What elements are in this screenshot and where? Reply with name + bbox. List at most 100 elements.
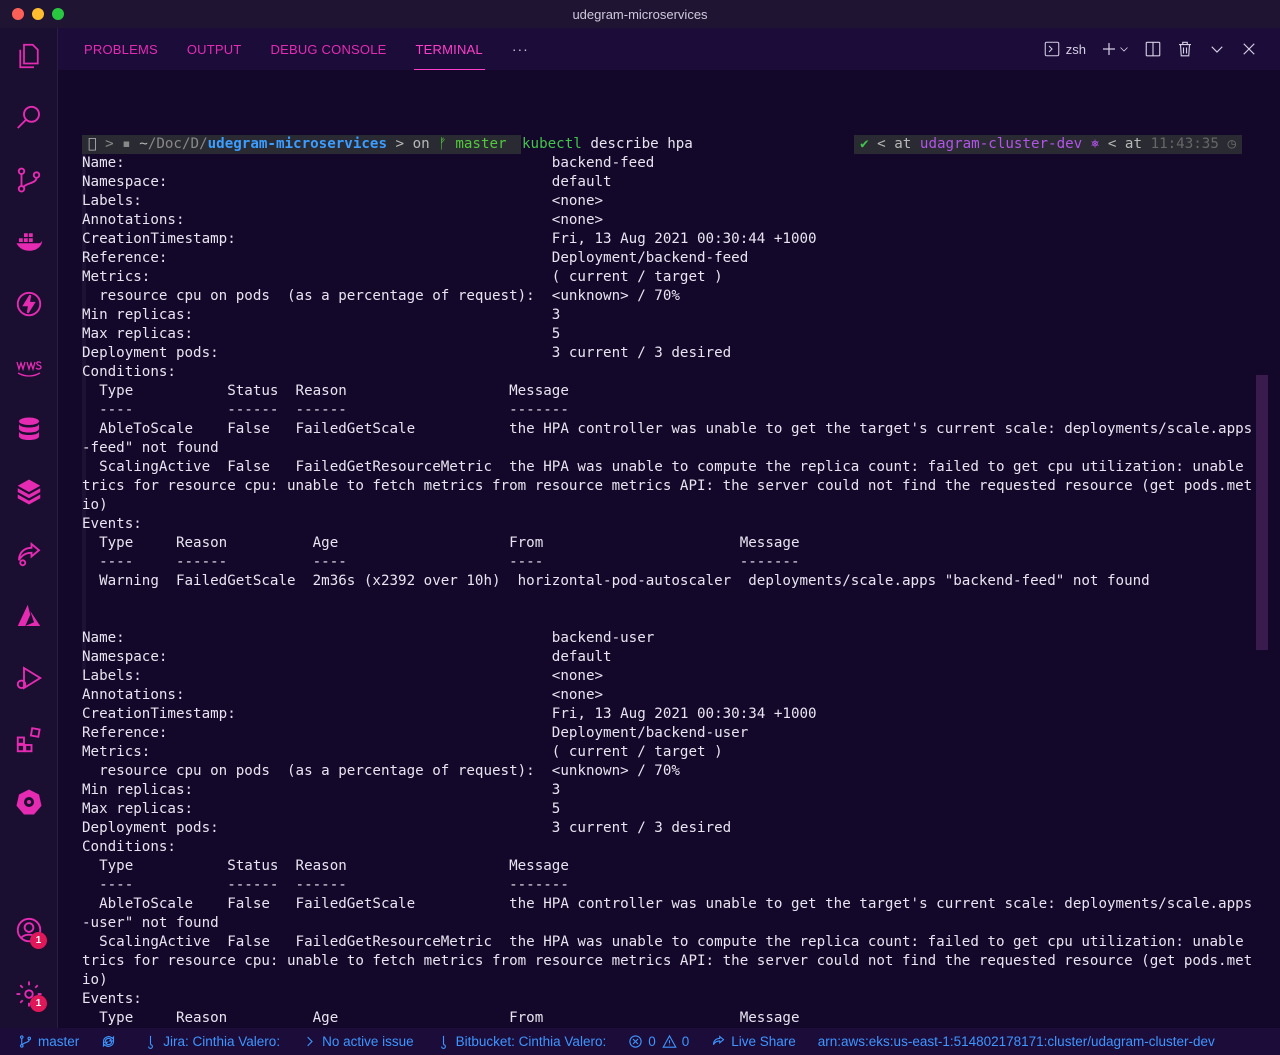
kube-context: udagram-cluster-dev bbox=[919, 136, 1083, 152]
terminal-line: Reference: Deployment/backend-user bbox=[82, 725, 749, 741]
status-branch[interactable]: master bbox=[18, 1034, 79, 1049]
more-actions-button[interactable]: ··· bbox=[512, 41, 529, 57]
terminal-line: Labels: <none> bbox=[82, 668, 604, 684]
prompt-at: at bbox=[894, 136, 912, 152]
prompt-home: ~ bbox=[139, 136, 148, 152]
source-control-icon[interactable] bbox=[13, 164, 45, 196]
sync-icon bbox=[103, 1035, 115, 1048]
jira-label: Jira: Cinthia Valero: bbox=[163, 1034, 281, 1049]
terminal-line: ScalingActive False FailedGetResourceMet… bbox=[82, 459, 1252, 475]
terminal-line: io) bbox=[82, 972, 108, 988]
jira-issue[interactable]: No active issue bbox=[302, 1034, 414, 1049]
terminal-line: Namespace: default bbox=[82, 649, 612, 665]
new-terminal-button[interactable] bbox=[1100, 40, 1130, 58]
terminal-line: Min replicas: 3 bbox=[82, 782, 561, 798]
terminal-line: ---- ------ ------ ------- bbox=[82, 402, 569, 418]
prompt-left-segment:  > ▪ ~/Doc/D/udegram-microservices > on… bbox=[82, 135, 522, 154]
tab-terminal[interactable]: TERMINAL bbox=[413, 28, 486, 70]
live-share-icon bbox=[713, 1035, 725, 1045]
window-title: udegram-microservices bbox=[572, 6, 708, 22]
prompt-path-dim2: D/ bbox=[190, 136, 208, 152]
split-terminal-button[interactable] bbox=[1144, 40, 1162, 58]
terminal-line: Name: backend-feed bbox=[82, 155, 655, 171]
activity-bar: 1 1 bbox=[0, 28, 58, 1028]
warning-icon bbox=[662, 1034, 677, 1048]
error-count: 0 bbox=[648, 1034, 656, 1049]
terminal-line: CreationTimestamp: Fri, 13 Aug 2021 00:3… bbox=[82, 231, 817, 247]
shell-prompt:  > ▪ ~/Doc/D/udegram-microservices > on… bbox=[82, 135, 1252, 154]
bitbucket-label: Bitbucket: Cinthia Valero: bbox=[455, 1034, 607, 1049]
git-branch-icon: ᚠ bbox=[429, 136, 456, 152]
terminal-line: Name: backend-user bbox=[82, 630, 655, 646]
maximize-window-button[interactable] bbox=[52, 8, 64, 20]
prompt-branch: master bbox=[455, 136, 507, 152]
jira-issue-label: No active issue bbox=[322, 1034, 414, 1049]
chevron-down-icon bbox=[1120, 47, 1128, 52]
kill-terminal-button[interactable] bbox=[1176, 40, 1194, 58]
terminal-scrollbar[interactable] bbox=[1256, 375, 1268, 650]
docker-icon[interactable] bbox=[13, 226, 45, 258]
tab-problems[interactable]: PROBLEMS bbox=[84, 28, 158, 70]
terminal-line: Conditions: bbox=[82, 364, 176, 380]
window-controls bbox=[12, 8, 64, 20]
aws-icon[interactable] bbox=[13, 350, 45, 382]
status-branch-label: master bbox=[38, 1034, 80, 1049]
aws-context[interactable]: arn:aws:eks:us-east-1:514802178171:clust… bbox=[818, 1034, 1215, 1049]
maximize-panel-button[interactable] bbox=[1208, 40, 1226, 58]
terminal-line: ScalingActive False FailedGetResourceMet… bbox=[82, 934, 1252, 950]
extensions-icon[interactable] bbox=[13, 724, 45, 756]
terminal-output:  > ▪ ~/Doc/D/udegram-microservices > on… bbox=[82, 135, 1252, 1028]
terminal-line: Max replicas: 5 bbox=[82, 326, 561, 342]
chevron-down-icon bbox=[1211, 46, 1223, 53]
command-args: describe hpa bbox=[581, 136, 693, 152]
terminal-line: Annotations: <none> bbox=[82, 212, 604, 228]
minimize-window-button[interactable] bbox=[32, 8, 44, 20]
warning-count: 0 bbox=[681, 1034, 690, 1049]
problems-status[interactable]: 0 0 bbox=[628, 1034, 689, 1049]
kubernetes-icon[interactable] bbox=[13, 786, 45, 818]
sync-button[interactable] bbox=[101, 1034, 121, 1049]
git-branch-icon bbox=[19, 1035, 32, 1048]
jira-status[interactable]: Jira: Cinthia Valero: bbox=[143, 1034, 280, 1049]
trash-icon bbox=[1179, 41, 1191, 57]
terminal-line: Min replicas: 3 bbox=[82, 307, 561, 323]
terminal-line: -user" not found bbox=[82, 915, 219, 931]
terminal-line: Conditions: bbox=[82, 839, 176, 855]
command-keyword: kubectl bbox=[522, 136, 582, 152]
run-debug-icon[interactable] bbox=[13, 662, 45, 694]
terminal-shell-selector[interactable]: zsh bbox=[1043, 40, 1086, 58]
database-icon[interactable] bbox=[13, 414, 45, 446]
azure-icon[interactable] bbox=[13, 600, 45, 632]
prompt-path-dim: /Doc/ bbox=[147, 136, 191, 152]
status-bar: master Jira: Cinthia Valero: No active i… bbox=[0, 1028, 1280, 1055]
panel-header: PROBLEMS OUTPUT DEBUG CONSOLE TERMINAL ·… bbox=[58, 28, 1280, 70]
close-panel-button[interactable] bbox=[1240, 40, 1258, 58]
tab-output[interactable]: OUTPUT bbox=[187, 28, 242, 70]
aws-arn-label: arn:aws:eks:us-east-1:514802178171:clust… bbox=[817, 1034, 1215, 1049]
terminal-line: resource cpu on pods (as a percentage of… bbox=[82, 288, 680, 304]
terminal-line: trics for resource cpu: unable to fetch … bbox=[82, 953, 1252, 969]
split-icon bbox=[1145, 41, 1161, 57]
live-share-button[interactable]: Live Share bbox=[711, 1034, 796, 1049]
terminal-line: AbleToScale False FailedGetScale the HPA… bbox=[82, 896, 1252, 912]
panel-actions: zsh bbox=[1043, 28, 1258, 70]
live-share-label: Live Share bbox=[731, 1034, 796, 1049]
bitbucket-status[interactable]: Bitbucket: Cinthia Valero: bbox=[436, 1034, 607, 1049]
shell-label: zsh bbox=[1065, 41, 1086, 57]
remote-share-icon[interactable] bbox=[13, 538, 45, 570]
chevron-right-icon bbox=[307, 1036, 313, 1047]
helm-icon: ⎈ bbox=[1090, 136, 1100, 152]
search-icon[interactable] bbox=[13, 102, 45, 134]
terminal-line: Labels: <none> bbox=[82, 193, 604, 209]
terminal-line: trics for resource cpu: unable to fetch … bbox=[82, 478, 1252, 494]
terminal-line: Type Status Reason Message bbox=[82, 383, 569, 399]
tab-debug-console[interactable]: DEBUG CONSOLE bbox=[271, 28, 387, 70]
packages-icon[interactable] bbox=[13, 476, 45, 508]
lightning-icon[interactable] bbox=[13, 288, 45, 320]
explorer-icon[interactable] bbox=[13, 40, 45, 72]
terminal-line: Events: bbox=[82, 516, 142, 532]
terminal-view[interactable]:  > ▪ ~/Doc/D/udegram-microservices > on… bbox=[58, 70, 1268, 1028]
close-window-button[interactable] bbox=[12, 8, 24, 20]
terminal-line: ---- ------ ------ ------- bbox=[82, 877, 569, 893]
